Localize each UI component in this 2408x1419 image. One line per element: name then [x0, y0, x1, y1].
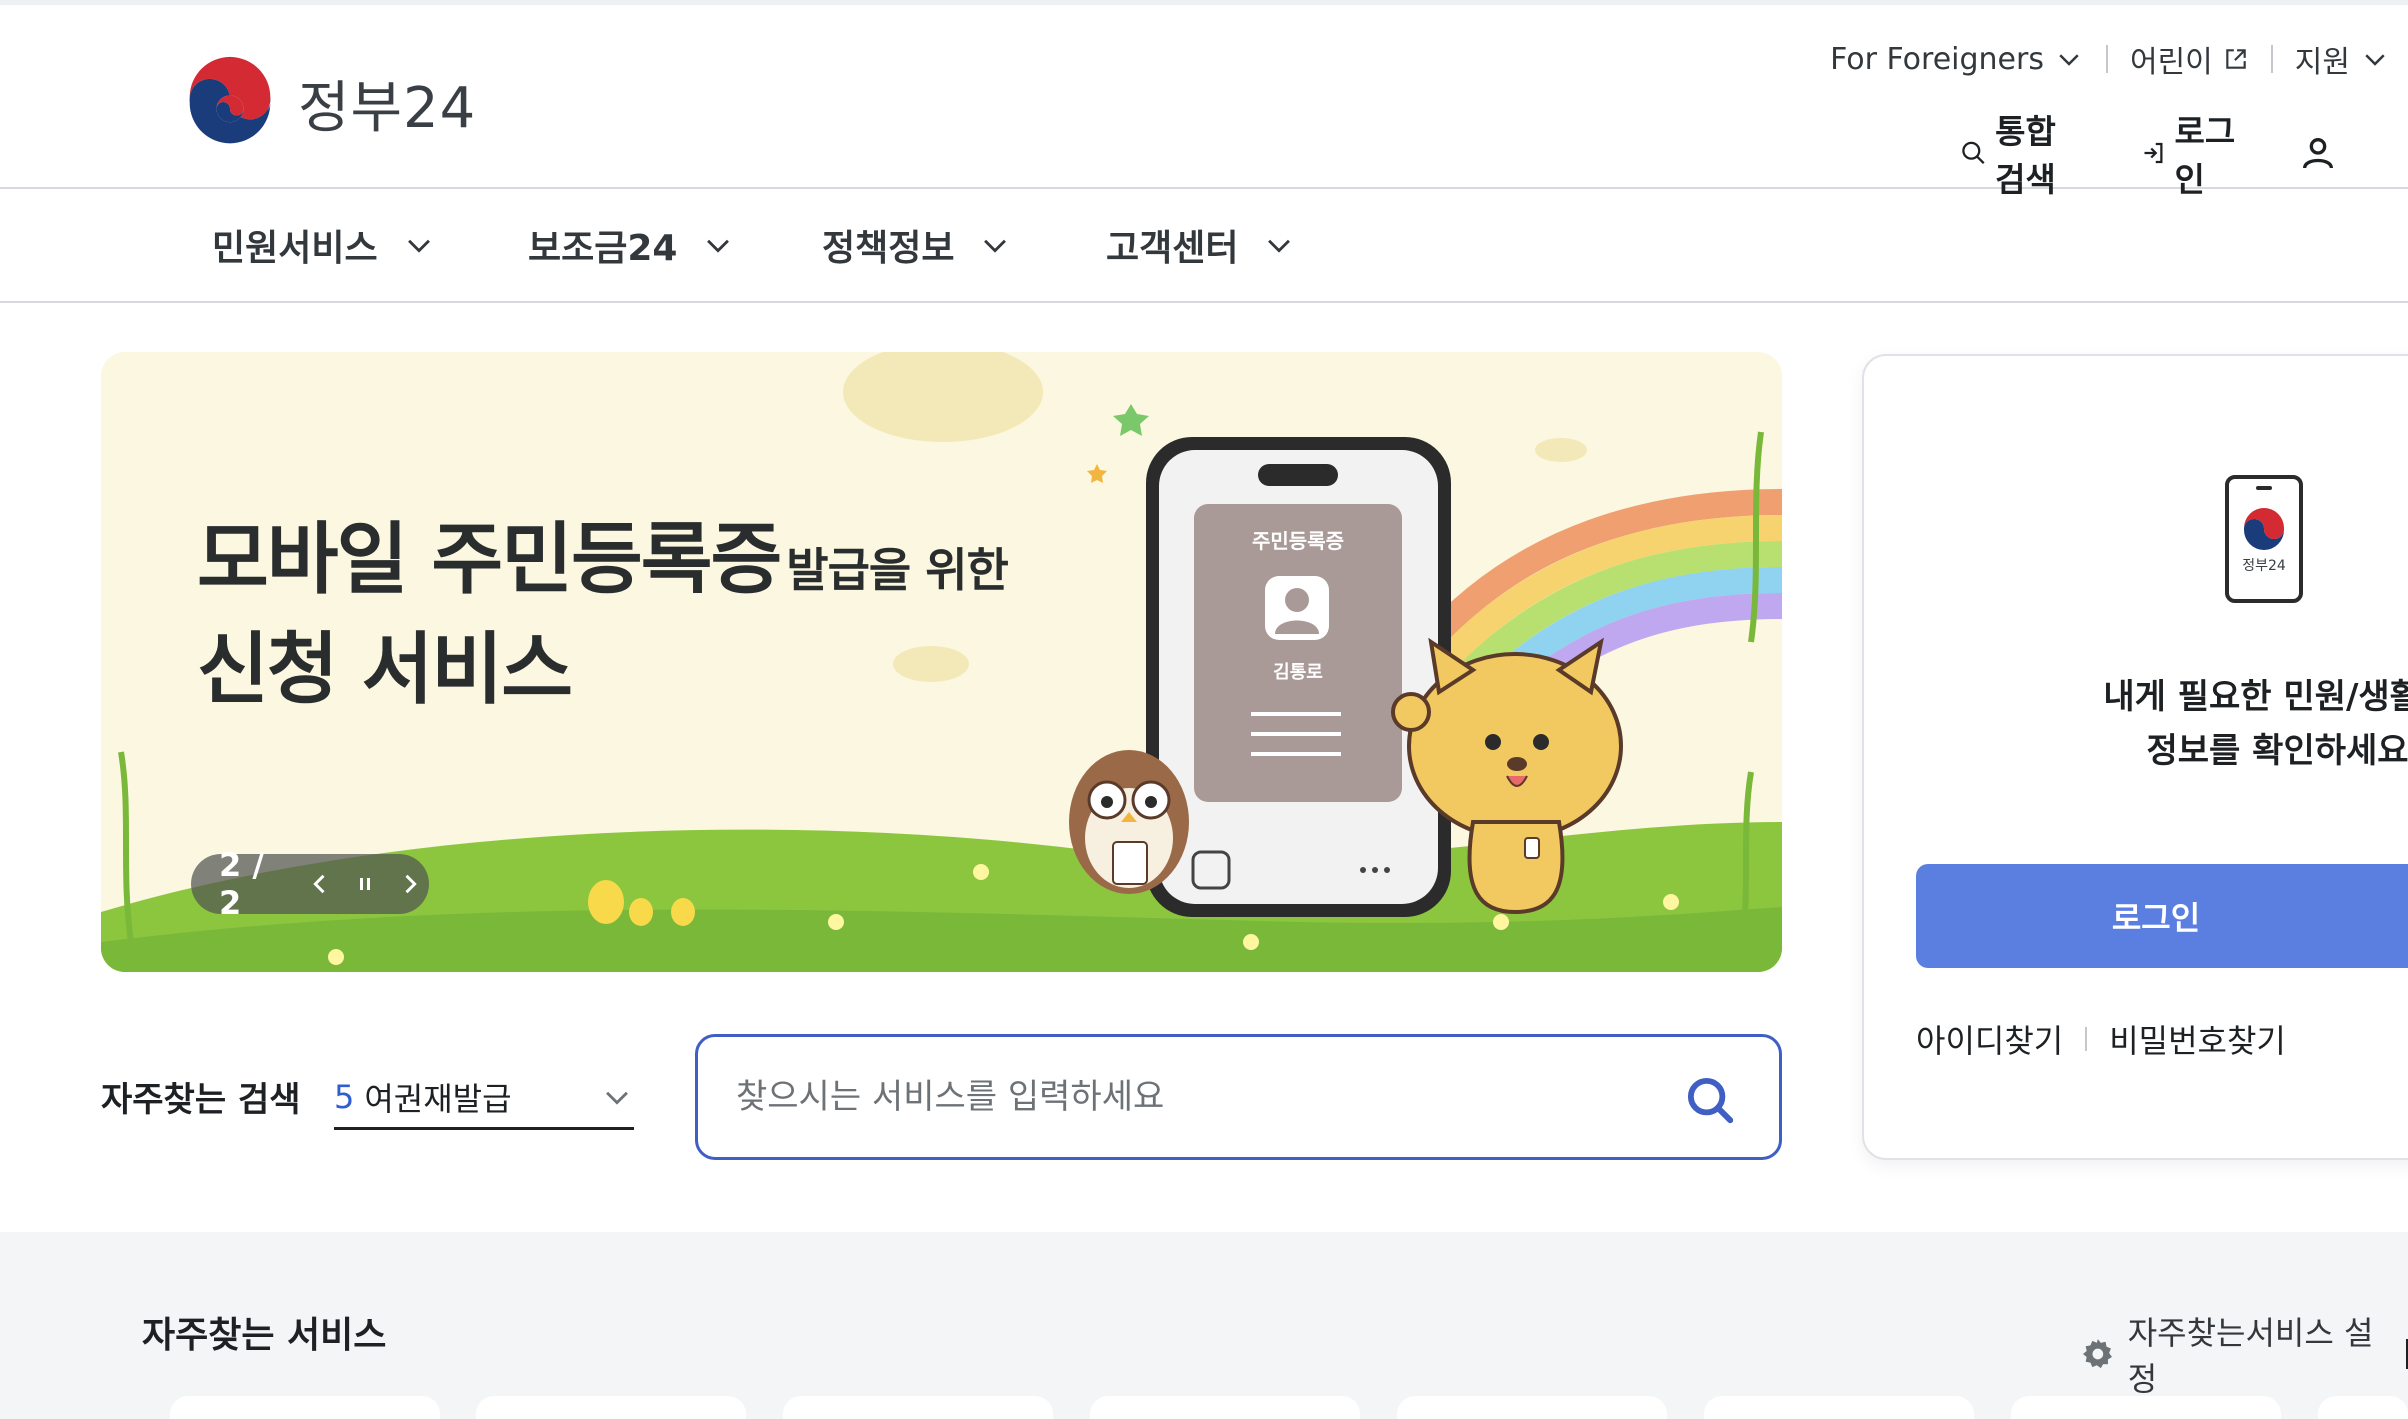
service-card[interactable]: [1397, 1396, 1667, 1419]
header-login-button[interactable]: 로그인: [2140, 105, 2236, 201]
pause-icon: [359, 878, 370, 890]
gear-icon: [2082, 1339, 2112, 1369]
integrated-search-button[interactable]: 통합검색: [1960, 105, 2078, 201]
main-banner[interactable]: 주민등록증 김통로 모바일 주민등록증 발급을 위한 신청 서비스 2 / 2: [101, 352, 1782, 972]
logo-text: 정부24: [298, 75, 477, 141]
banner-title-line1: 모바일 주민등록증: [197, 515, 782, 605]
service-card[interactable]: [1090, 1396, 1360, 1419]
service-card[interactable]: [1704, 1396, 1974, 1419]
nav-item-label: 보조금24: [528, 228, 678, 269]
banner-next-button[interactable]: [390, 864, 429, 904]
nav-item-label: 정책정보: [822, 228, 955, 269]
service-search-box: [695, 1034, 1782, 1160]
nav-item-subsidy[interactable]: 보조금24: [528, 219, 735, 271]
util-link-support[interactable]: 지원: [2295, 37, 2390, 81]
nav-item-label: 민원서비스: [212, 228, 378, 269]
card-name: 김통로: [1273, 662, 1323, 683]
service-card[interactable]: [2318, 1396, 2408, 1419]
chevron-down-icon: [707, 239, 730, 253]
chevron-down-icon: [606, 1091, 628, 1105]
chevron-right-icon: [405, 874, 417, 894]
site-header: 정부24 For Foreigners 어린이 지원 통합검색 로그인: [0, 5, 2408, 199]
banner-title-small: 발급을 위한: [786, 543, 1009, 597]
frequent-services-settings-button[interactable]: 자주찾는서비스 설정: [2080, 1308, 2408, 1400]
banner-pager: 2 / 2: [191, 846, 429, 922]
chevron-down-icon: [2365, 54, 2385, 66]
service-search-input[interactable]: [736, 1063, 1636, 1131]
mobile-gov24-icon: 정부24: [2225, 475, 2303, 603]
find-id-link[interactable]: 아이디찾기: [1916, 1016, 2063, 1062]
chevron-down-icon: [984, 239, 1007, 253]
user-icon: [2303, 138, 2333, 169]
main-navigation: 민원서비스 보조금24 정책정보 고객센터: [0, 191, 2408, 303]
banner-title: 모바일 주민등록증 발급을 위한 신청 서비스: [197, 510, 1009, 720]
search-icon: [1962, 141, 1985, 164]
page: 정부24 For Foreigners 어린이 지원 통합검색 로그인 민원서비…: [0, 0, 2408, 1419]
frequent-search-term: 여권재발급: [364, 1079, 512, 1118]
frequent-services-settings-label: 자주찾는서비스 설정: [2127, 1314, 2374, 1398]
nav-item-customer-center[interactable]: 고객센터: [1106, 219, 1296, 271]
banner-prev-button[interactable]: [301, 864, 340, 904]
card-title: 주민등록증: [1252, 529, 1344, 553]
taegeuk-logo-icon: [185, 56, 275, 148]
login-button[interactable]: 로그인: [1916, 864, 2408, 968]
service-card[interactable]: [783, 1396, 1053, 1419]
util-link-label: 어린이: [2129, 45, 2213, 80]
utility-links: For Foreigners 어린이 지원: [1830, 37, 2390, 81]
signup-button[interactable]: [2298, 133, 2346, 173]
login-arrow-icon: [2144, 142, 2163, 164]
login-message-line1: 내게 필요한 민원/생활/혜: [2103, 677, 2408, 717]
login-panel: 정부24 내게 필요한 민원/생활/혜 정보를 확인하세요. 로그인 아이디찾기…: [1862, 354, 2408, 1160]
header-actions: 통합검색 로그인: [1960, 105, 2408, 201]
header-login-label: 로그인: [2174, 112, 2236, 199]
account-links: 아이디찾기 비밀번호찾기: [1916, 1016, 2286, 1062]
util-link-label: 지원: [2294, 45, 2350, 80]
divider: [2270, 45, 2273, 73]
service-card[interactable]: [170, 1396, 440, 1419]
login-message: 내게 필요한 민원/생활/혜 정보를 확인하세요.: [2074, 670, 2408, 778]
chevron-down-icon: [2059, 54, 2079, 66]
nav-item-policy[interactable]: 정책정보: [822, 219, 1012, 271]
mobile-gov24-icon-text: 정부24: [2242, 558, 2286, 574]
divider: [2105, 45, 2108, 73]
nav-item-civil-service[interactable]: 민원서비스: [212, 219, 436, 271]
nav-item-label: 고객센터: [1106, 228, 1239, 269]
chevron-down-icon: [407, 239, 430, 253]
frequent-search-label: 자주찾는 검색: [101, 1080, 301, 1120]
chevron-left-icon: [313, 874, 325, 894]
frequent-search-select[interactable]: 5 여권재발급: [334, 1066, 634, 1130]
external-link-icon: [2226, 49, 2246, 69]
util-link-kids[interactable]: 어린이: [2130, 37, 2249, 81]
service-card[interactable]: [476, 1396, 746, 1419]
frequent-search-rank: 5: [334, 1077, 355, 1116]
banner-pause-button[interactable]: [346, 864, 385, 904]
frequent-services-section: 자주찾는 서비스 자주찾는서비스 설정: [0, 1232, 2408, 1419]
integrated-search-label: 통합검색: [1995, 112, 2056, 199]
util-link-foreigners[interactable]: For Foreigners: [1830, 42, 2084, 77]
banner-page-indicator: 2 / 2: [219, 846, 265, 922]
search-icon[interactable]: [1683, 1073, 1737, 1127]
util-link-label: For Foreigners: [1830, 41, 2044, 77]
service-card[interactable]: [2011, 1396, 2281, 1419]
frequent-services-title: 자주찾는 서비스: [142, 1315, 387, 1356]
logo[interactable]: 정부24: [182, 55, 476, 151]
divider: [2085, 1027, 2088, 1051]
find-password-link[interactable]: 비밀번호찾기: [2109, 1016, 2286, 1062]
login-message-line2: 정보를 확인하세요.: [2146, 731, 2408, 771]
banner-title-line2: 신청 서비스: [197, 625, 573, 715]
chevron-down-icon: [1268, 239, 1291, 253]
